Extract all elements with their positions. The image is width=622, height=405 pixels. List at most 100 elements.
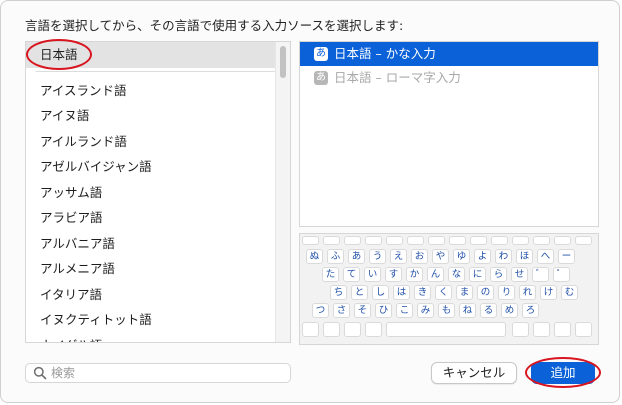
keyboard-key: ち [330, 285, 347, 300]
language-list-scrollbar[interactable] [275, 42, 290, 342]
scrollbar-thumb[interactable] [280, 46, 286, 78]
keyboard-key: ゛ [532, 267, 549, 282]
keyboard-key: も [438, 303, 455, 318]
keyboard-key [533, 322, 550, 337]
search-icon [33, 366, 47, 380]
keyboard-key: ぬ [306, 249, 323, 264]
language-list-separator [36, 70, 280, 72]
keyboard-key: ん [427, 267, 444, 282]
keyboard-key: い [364, 267, 381, 282]
keyboard-key: し [372, 285, 389, 300]
keyboard-key [323, 236, 340, 245]
keyboard-key: ね [459, 303, 476, 318]
keyboard-spacebar [386, 322, 506, 337]
keyboard-key: ほ [516, 249, 533, 264]
keyboard-key: と [351, 285, 368, 300]
keyboard-key [365, 322, 382, 337]
keyboard-key [323, 322, 340, 337]
keyboard-key [575, 322, 592, 337]
keyboard-key: あ [348, 249, 365, 264]
keyboard-key: え [390, 249, 407, 264]
keyboard-key: て [343, 267, 360, 282]
keyboard-key: ゆ [453, 249, 470, 264]
language-item[interactable]: アイルランド語 [26, 129, 290, 155]
keyboard-key: ま [456, 285, 473, 300]
keyboard-row: ぬふあうえおやゆよわほへー [300, 249, 598, 265]
keyboard-key: こ [396, 303, 413, 318]
keyboard-key: う [369, 249, 386, 264]
language-item-japanese[interactable]: 日本語 [26, 42, 290, 68]
keyboard-key [344, 236, 361, 245]
keyboard-key: け [540, 285, 557, 300]
keyboard-key: た [322, 267, 339, 282]
keyboard-key: る [480, 303, 497, 318]
keyboard-key: ひ [375, 303, 392, 318]
keyboard-key: つ [312, 303, 329, 318]
input-source-list[interactable]: あ日本語 – かな入力あ日本語 – ローマ字入力 [299, 41, 599, 227]
language-item[interactable]: アイヌ語 [26, 103, 290, 129]
language-list[interactable]: 日本語 アイスランド語 アイヌ語 アイルランド語 アゼルバイジャン語 アッサム語 アラビア… [25, 41, 291, 343]
input-source-label: 日本語 – かな入力 [334, 46, 436, 61]
search-input[interactable] [51, 366, 271, 380]
keyboard-key: め [501, 303, 518, 318]
input-source-item[interactable]: あ日本語 – ローマ字入力 [300, 66, 598, 90]
keyboard-key: な [448, 267, 465, 282]
keyboard-key [554, 236, 571, 245]
keyboard-key [302, 236, 319, 245]
keyboard-key: れ [519, 285, 536, 300]
instruction-text: 言語を選択してから、その言語で使用する入力ソースを選択します: [25, 18, 404, 33]
keyboard-key: り [498, 285, 515, 300]
keyboard-key [554, 322, 571, 337]
input-source-label: 日本語 – ローマ字入力 [334, 70, 461, 85]
keyboard-key [533, 236, 550, 245]
keyboard-key: の [477, 285, 494, 300]
keyboard-key: よ [474, 249, 491, 264]
keyboard-key [512, 236, 529, 245]
keyboard-key: や [432, 249, 449, 264]
cancel-button[interactable]: キャンセル [431, 362, 517, 384]
keyboard-key [407, 236, 424, 245]
keyboard-key: は [393, 285, 410, 300]
keyboard-key: へ [537, 249, 554, 264]
keyboard-key [449, 236, 466, 245]
keyboard-key: お [411, 249, 428, 264]
keyboard-key: わ [495, 249, 512, 264]
keyboard-row: ちとしはきくまのりれけむ [300, 285, 598, 301]
keyboard-row: たていすかんなにらせ゛゜ [300, 267, 598, 283]
keyboard-row: つさそひこみもねるめろ [300, 303, 598, 319]
language-item[interactable]: アゼルバイジャン語 [26, 154, 290, 180]
language-item[interactable]: アルメニア語 [26, 256, 290, 282]
keyboard-key [386, 236, 403, 245]
language-item[interactable]: アルバニア語 [26, 231, 290, 257]
keyboard-key: せ [511, 267, 528, 282]
language-item[interactable]: ウイグル語 [26, 333, 290, 343]
language-item[interactable]: アイスランド語 [26, 78, 290, 104]
hiragana-input-icon: あ [314, 71, 328, 85]
keyboard-key [575, 236, 592, 245]
keyboard-key [365, 236, 382, 245]
keyboard-key [302, 322, 319, 337]
language-item[interactable]: アッサム語 [26, 180, 290, 206]
input-source-item[interactable]: あ日本語 – かな入力 [300, 42, 598, 66]
keyboard-key [470, 236, 487, 245]
keyboard-key: ふ [327, 249, 344, 264]
keyboard-preview: ぬふあうえおやゆよわほへーたていすかんなにらせ゛゜ちとしはきくまのりれけむつさそ… [299, 233, 599, 345]
keyboard-key: か [406, 267, 423, 282]
keyboard-key: ら [490, 267, 507, 282]
keyboard-key: く [435, 285, 452, 300]
keyboard-key: そ [354, 303, 371, 318]
keyboard-key: ゜ [553, 267, 570, 282]
keyboard-key: ー [558, 249, 575, 264]
keyboard-key: ろ [522, 303, 539, 318]
hiragana-input-icon: あ [314, 47, 328, 61]
language-item[interactable]: イタリア語 [26, 282, 290, 308]
keyboard-key [428, 236, 445, 245]
add-button[interactable]: 追加 [531, 362, 595, 384]
language-item[interactable]: イヌクティトット語 [26, 307, 290, 333]
keyboard-key: に [469, 267, 486, 282]
language-item[interactable]: アラビア語 [26, 205, 290, 231]
input-source-sheet: 言語を選択してから、その言語で使用する入力ソースを選択します: 日本語 アイスラ… [0, 0, 620, 403]
keyboard-key: さ [333, 303, 350, 318]
keyboard-key: む [561, 285, 578, 300]
search-field[interactable] [25, 363, 291, 383]
